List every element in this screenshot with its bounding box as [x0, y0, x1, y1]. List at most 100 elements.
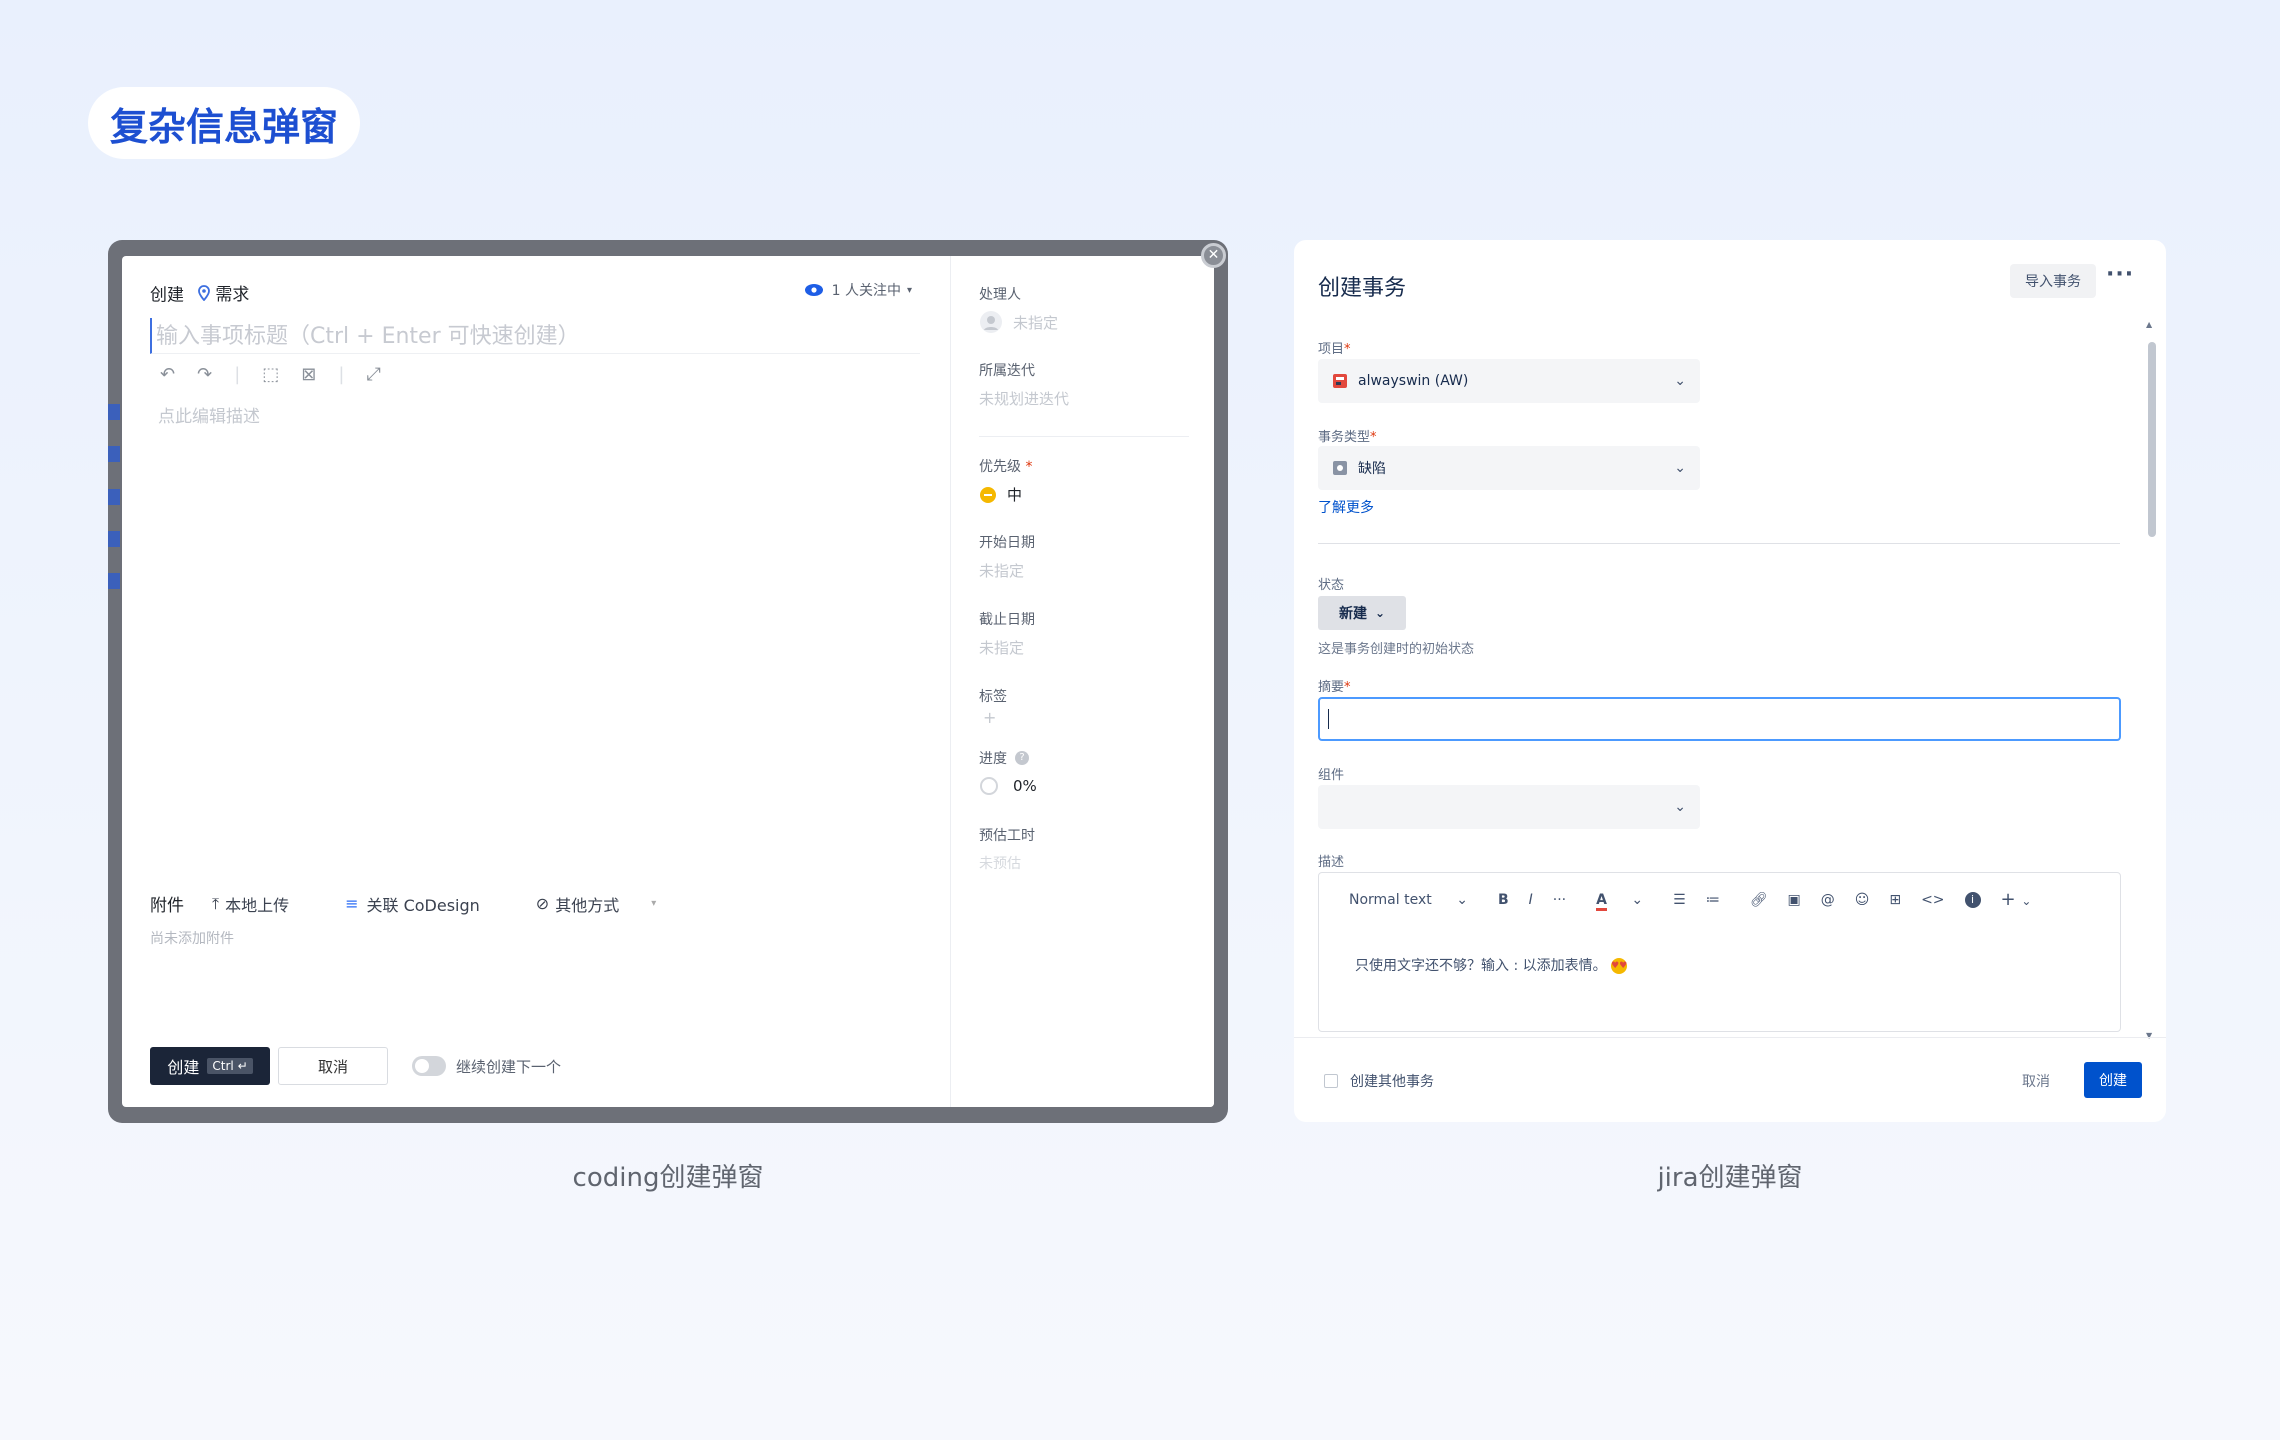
insert-image-icon[interactable]: ⬚: [262, 364, 279, 385]
create-button[interactable]: 创建 Ctrl ↵: [150, 1047, 270, 1085]
priority-label-wrap: 优先级 *: [979, 456, 1032, 476]
coding-main-panel: 创建 需求 1 人关注中 ▾ 输入事项标题（Ctrl + Enter 可快速创建…: [122, 256, 950, 1107]
watchers-button[interactable]: 1 人关注中 ▾: [804, 280, 912, 300]
assignee-label: 处理人: [979, 287, 1021, 303]
numbered-list-icon[interactable]: ≔: [1706, 892, 1720, 908]
info-icon[interactable]: i: [1964, 891, 1981, 908]
estimate-value[interactable]: 未预估: [979, 853, 1021, 873]
emoji-icon[interactable]: ☺: [1855, 892, 1870, 908]
assignee-selector[interactable]: 未指定: [979, 310, 1058, 334]
heart-eyes-emoji-icon: ♥♥: [1611, 958, 1627, 974]
upload-local-button[interactable]: ⤒ 本地上传: [212, 892, 317, 916]
assignee-value: 未指定: [1013, 313, 1059, 332]
project-value: alwayswin (AW): [1358, 373, 1469, 389]
scroll-up-icon[interactable]: ▲: [2146, 320, 2152, 329]
create-label: 创建: [150, 285, 184, 306]
create-button-label: 创建: [167, 1058, 200, 1077]
component-select[interactable]: ⌄: [1318, 785, 1700, 829]
shortcut-badge: Ctrl ↵: [207, 1058, 253, 1074]
cancel-button[interactable]: 取消: [278, 1047, 388, 1085]
bold-icon[interactable]: B: [1498, 892, 1509, 908]
cancel-button-label: 取消: [2022, 1074, 2050, 1090]
chevron-down-icon: ▾: [906, 284, 912, 296]
editor-placeholder-text: 只使用文字还不够？输入 : 以添加表情。: [1355, 958, 1607, 974]
coding-create-dialog: 创建 需求 1 人关注中 ▾ 输入事项标题（Ctrl + Enter 可快速创建…: [122, 256, 1214, 1107]
other-methods-label: 其他方式: [555, 895, 620, 915]
text-color-icon[interactable]: A ⌄: [1596, 891, 1643, 911]
progress-selector[interactable]: 0%: [979, 776, 1037, 796]
description-editor[interactable]: Normal text ⌄ B I ··· A ⌄ ☰ ≔ 🔗︎ ▣ @ ☺ ⊞…: [1318, 872, 2121, 1032]
italic-icon[interactable]: I: [1529, 892, 1533, 908]
add-tag-button[interactable]: +: [983, 708, 996, 727]
required-mark: *: [1025, 459, 1033, 475]
cancel-button[interactable]: 取消: [2006, 1064, 2066, 1098]
priority-medium-icon: [980, 486, 996, 503]
more-formatting-icon[interactable]: ···: [1553, 892, 1566, 908]
background-strip: [108, 404, 120, 420]
priority-label: 优先级: [979, 459, 1021, 475]
attachments-bar: 附件 ⤒ 本地上传 ≡ 关联 CoDesign ⊘ 其他方式 ▾: [150, 891, 712, 917]
status-hint: 这是事务创建时的初始状态: [1318, 642, 1475, 657]
start-date-value[interactable]: 未指定: [979, 560, 1024, 581]
create-other-checkbox[interactable]: [1324, 1074, 1338, 1088]
priority-selector[interactable]: 中: [979, 484, 1022, 505]
continue-create-toggle[interactable]: [412, 1056, 446, 1076]
insert-more-icon[interactable]: + ⌄: [2001, 889, 2052, 910]
background-strip: [108, 489, 120, 505]
progress-value: 0%: [1013, 777, 1037, 795]
create-other-label: 创建其他事务: [1350, 1074, 1434, 1090]
issue-type-label: 需求: [215, 285, 250, 305]
chevron-down-icon: ⌄: [1674, 373, 1686, 389]
create-button[interactable]: 创建: [2084, 1062, 2142, 1098]
progress-ring-icon: [980, 777, 998, 795]
issue-title-input[interactable]: 输入事项标题（Ctrl + Enter 可快速创建）: [150, 318, 920, 354]
project-select[interactable]: alwayswin (AW) ⌄: [1318, 359, 1700, 403]
redo-icon[interactable]: ↷: [197, 364, 212, 385]
scrollbar-thumb[interactable]: [2148, 342, 2156, 537]
issue-type-label: 事务类型: [1318, 430, 1371, 445]
toolbar-divider: |: [338, 364, 345, 385]
learn-more-link[interactable]: 了解更多: [1318, 497, 1374, 517]
import-issues-button[interactable]: 导入事务: [2010, 264, 2096, 298]
summary-label-wrap: 摘要*: [1318, 676, 1351, 695]
bullet-list-icon[interactable]: ☰: [1673, 892, 1686, 908]
issue-type-select[interactable]: 缺陷 ⌄: [1318, 446, 1700, 490]
project-label-wrap: 项目*: [1318, 338, 1351, 357]
status-value: 新建: [1338, 606, 1367, 622]
status-dropdown[interactable]: 新建 ⌄: [1318, 596, 1406, 630]
no-attachments-text: 尚未添加附件: [150, 931, 234, 947]
description-editor[interactable]: 点此编辑描述: [158, 402, 260, 427]
code-icon[interactable]: <>: [1921, 892, 1944, 908]
import-issues-label: 导入事务: [2025, 274, 2081, 290]
other-methods-button[interactable]: ⊘ 其他方式 ▾: [536, 892, 684, 916]
summary-input[interactable]: [1318, 697, 2121, 741]
close-icon[interactable]: ✕: [1201, 243, 1226, 268]
link-icon[interactable]: 🔗︎: [1750, 892, 1768, 908]
attachments-label: 附件: [150, 896, 184, 916]
more-options-icon[interactable]: ···: [2106, 262, 2134, 287]
fullscreen-icon[interactable]: ⤢: [366, 364, 380, 385]
due-date-value[interactable]: 未指定: [979, 637, 1024, 658]
start-date-label: 开始日期: [979, 535, 1035, 551]
editor-placeholder: 只使用文字还不够？输入 : 以添加表情。 ♥♥: [1355, 955, 1627, 975]
link-codesign-label: 关联 CoDesign: [366, 895, 480, 915]
table-icon[interactable]: ⊞: [1889, 892, 1901, 908]
issue-type-selector[interactable]: 需求: [197, 280, 249, 305]
text-style-dropdown[interactable]: Normal text ⌄: [1349, 892, 1468, 908]
shortcut-key: Ctrl: [212, 1059, 234, 1073]
cancel-button-label: 取消: [317, 1057, 348, 1076]
editor-toolbar: Normal text ⌄ B I ··· A ⌄ ☰ ≔ 🔗︎ ▣ @ ☺ ⊞…: [1349, 889, 2071, 911]
remove-image-icon[interactable]: ⊠: [301, 364, 316, 385]
help-icon[interactable]: ?: [1015, 751, 1029, 765]
link-codesign-button[interactable]: ≡ 关联 CoDesign: [345, 892, 508, 916]
required-mark: *: [1370, 430, 1377, 445]
background-strip: [108, 446, 120, 462]
iteration-value[interactable]: 未规划进迭代: [979, 388, 1069, 409]
undo-icon[interactable]: ↶: [160, 364, 175, 385]
codesign-icon: ≡: [345, 894, 359, 913]
progress-label: 进度: [979, 751, 1007, 767]
mention-icon[interactable]: @: [1821, 892, 1835, 908]
required-mark: *: [1344, 342, 1351, 357]
dialog-title: 创建事务: [1318, 276, 1407, 301]
image-icon[interactable]: ▣: [1787, 892, 1800, 908]
